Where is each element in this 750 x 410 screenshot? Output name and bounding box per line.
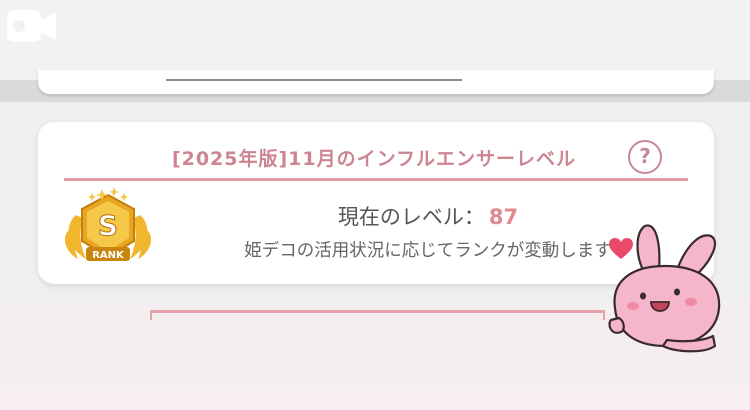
previous-card-underline <box>166 79 462 81</box>
level-description: 姫デコの活用状況に応じてランクが変動します <box>244 241 612 261</box>
current-level: 現在のレベル： 87 <box>198 202 658 232</box>
s-rank-badge: S RANK <box>64 187 152 261</box>
badge-rank-label: RANK <box>92 250 125 261</box>
title-underline <box>64 178 688 181</box>
status-bar <box>0 0 750 80</box>
card-title: [2025年版]11月のインフルエンサーレベル <box>171 148 577 170</box>
video-camera-icon[interactable] <box>6 8 58 44</box>
badge-letter: S <box>98 209 118 242</box>
pink-rabbit-sticker <box>608 224 721 353</box>
previous-card-bottom <box>38 70 714 94</box>
help-icon[interactable]: ? <box>628 140 662 174</box>
next-card-top-edge <box>150 310 605 320</box>
level-value: 87 <box>488 205 519 229</box>
level-label: 現在のレベル： <box>337 205 485 229</box>
